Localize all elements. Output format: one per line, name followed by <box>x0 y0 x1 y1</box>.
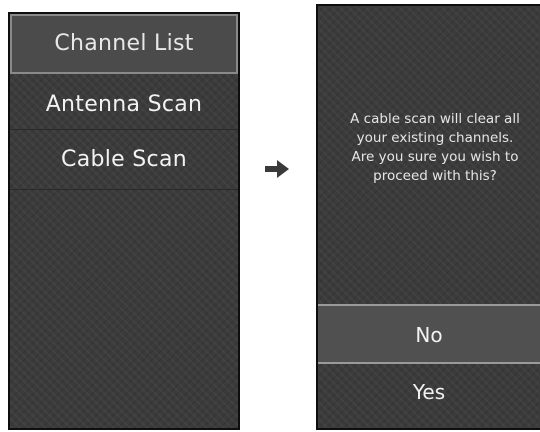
menu-item-cable-scan[interactable]: Cable Scan <box>10 134 238 190</box>
menu-item-antenna-scan[interactable]: Antenna Scan <box>10 82 238 130</box>
menu-item-channel-list[interactable]: Channel List <box>10 14 238 74</box>
no-button[interactable]: No <box>318 304 540 364</box>
scan-menu-panel: Channel List Antenna Scan Cable Scan <box>8 12 240 430</box>
screenshot-stage: Channel List Antenna Scan Cable Scan A c… <box>0 0 540 432</box>
arrow-right-icon <box>265 160 289 178</box>
yes-button[interactable]: Yes <box>318 368 540 416</box>
confirm-message: A cable scan will clear all your existin… <box>350 111 520 184</box>
cable-scan-confirm-dialog: A cable scan will clear all your existin… <box>316 4 540 430</box>
